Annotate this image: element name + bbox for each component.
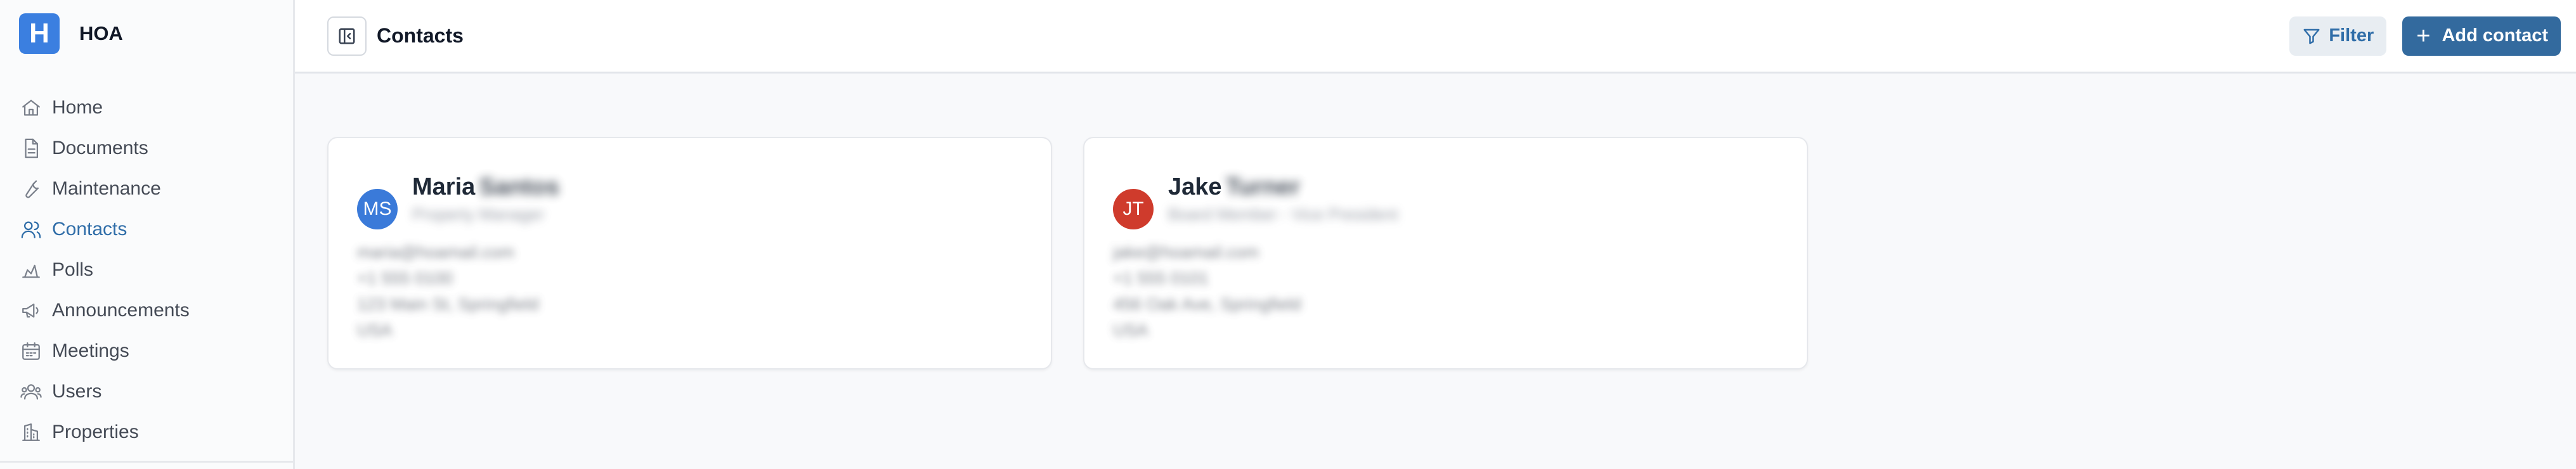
home-icon <box>20 97 42 119</box>
sidebar-item-label: Home <box>52 97 103 118</box>
filter-button[interactable]: Filter <box>2289 16 2387 56</box>
contact-email[interactable]: jake@hoamail.com <box>1113 240 1301 266</box>
sidebar-item-label: Users <box>52 381 102 402</box>
document-icon <box>20 138 42 159</box>
sidebar-item-label: Contacts <box>52 219 127 240</box>
contact-details: jake@hoamail.com +1 555 0101 456 Oak Ave… <box>1113 240 1301 344</box>
sidebar-nav: Home Documents Maintenance Contacts Poll… <box>0 87 293 453</box>
sidebar-item-label: Documents <box>52 138 148 158</box>
sidebar-item-properties[interactable]: Properties <box>0 412 293 453</box>
contact-phone[interactable]: +1 555 0101 <box>1113 266 1301 292</box>
sidebar-item-maintenance[interactable]: Maintenance <box>0 169 293 209</box>
app-root: H HOA Home Documents Maintenance Contact… <box>0 0 2576 469</box>
contact-card[interactable]: MS Maria Santos Property Manager maria@h… <box>327 137 1052 369</box>
sidebar-item-label: Maintenance <box>52 178 161 199</box>
megaphone-icon <box>20 300 42 321</box>
brand-name: HOA <box>79 22 123 44</box>
page-title: Contacts <box>377 24 464 47</box>
sidebar-item-contacts[interactable]: Contacts <box>0 209 293 250</box>
contact-role: Property Manager <box>412 205 545 224</box>
sidebar-item-polls[interactable]: Polls <box>0 250 293 290</box>
sidebar: H HOA Home Documents Maintenance Contact… <box>0 0 295 469</box>
building-icon <box>20 421 42 443</box>
main-content: Contacts Filter + Add contact MS Maria S… <box>295 0 2576 469</box>
poll-icon <box>20 259 42 281</box>
sidebar-item-label: Polls <box>52 259 94 280</box>
users-icon <box>20 381 42 402</box>
contact-card[interactable]: JT Jake Turner Board Member - Vice Presi… <box>1083 137 1808 369</box>
contacts-icon <box>20 219 42 240</box>
avatar: JT <box>1113 189 1154 229</box>
sidebar-item-label: Properties <box>52 421 139 442</box>
sidebar-collapse-icon <box>339 28 355 44</box>
calendar-icon <box>20 340 42 362</box>
contact-last-name: Santos <box>479 174 559 200</box>
brand-logo: H <box>19 13 60 54</box>
sidebar-item-meetings[interactable]: Meetings <box>0 331 293 371</box>
sidebar-item-home[interactable]: Home <box>0 87 293 128</box>
sidebar-item-label: Announcements <box>52 300 190 321</box>
contact-last-name: Turner <box>1225 174 1301 200</box>
contact-card-header: MS Maria Santos Property Manager <box>357 174 559 229</box>
sidebar-toggle-button[interactable] <box>327 16 367 56</box>
contact-country: USA <box>1113 321 1148 340</box>
contact-card-header: JT Jake Turner Board Member - Vice Presi… <box>1113 174 1398 229</box>
avatar: MS <box>357 189 398 229</box>
contact-country: USA <box>357 321 393 340</box>
contact-address: 456 Oak Ave, Springfield <box>1113 295 1301 314</box>
filter-icon <box>2303 29 2320 44</box>
filter-button-label: Filter <box>2329 25 2374 46</box>
add-contact-label: Add contact <box>2442 25 2548 46</box>
sidebar-item-documents[interactable]: Documents <box>0 128 293 169</box>
contact-first-name: Jake <box>1168 174 1222 200</box>
sidebar-item-announcements[interactable]: Announcements <box>0 290 293 331</box>
contact-name-block: Jake Turner Board Member - Vice Presiden… <box>1168 174 1398 229</box>
contact-name: Maria Santos <box>412 174 559 201</box>
add-contact-button[interactable]: + Add contact <box>2402 16 2561 56</box>
wrench-icon <box>20 178 42 200</box>
sidebar-item-users[interactable]: Users <box>0 371 293 412</box>
contact-role: Board Member - Vice President <box>1168 205 1398 224</box>
sidebar-item-label: Meetings <box>52 340 129 361</box>
contact-name: Jake Turner <box>1168 174 1398 201</box>
contact-name-block: Maria Santos Property Manager <box>412 174 559 229</box>
contact-first-name: Maria <box>412 174 476 200</box>
plus-icon: + <box>2416 22 2431 49</box>
brand[interactable]: H HOA <box>0 0 293 67</box>
contact-details: maria@hoamail.com +1 555 0100 123 Main S… <box>357 240 539 344</box>
contact-phone[interactable]: +1 555 0100 <box>357 266 539 292</box>
contact-email[interactable]: maria@hoamail.com <box>357 240 539 266</box>
top-bar: Contacts Filter + Add contact <box>295 0 2576 74</box>
contact-cards: MS Maria Santos Property Manager maria@h… <box>327 137 1808 369</box>
sidebar-divider <box>0 461 293 463</box>
contact-address: 123 Main St, Springfield <box>357 295 539 314</box>
